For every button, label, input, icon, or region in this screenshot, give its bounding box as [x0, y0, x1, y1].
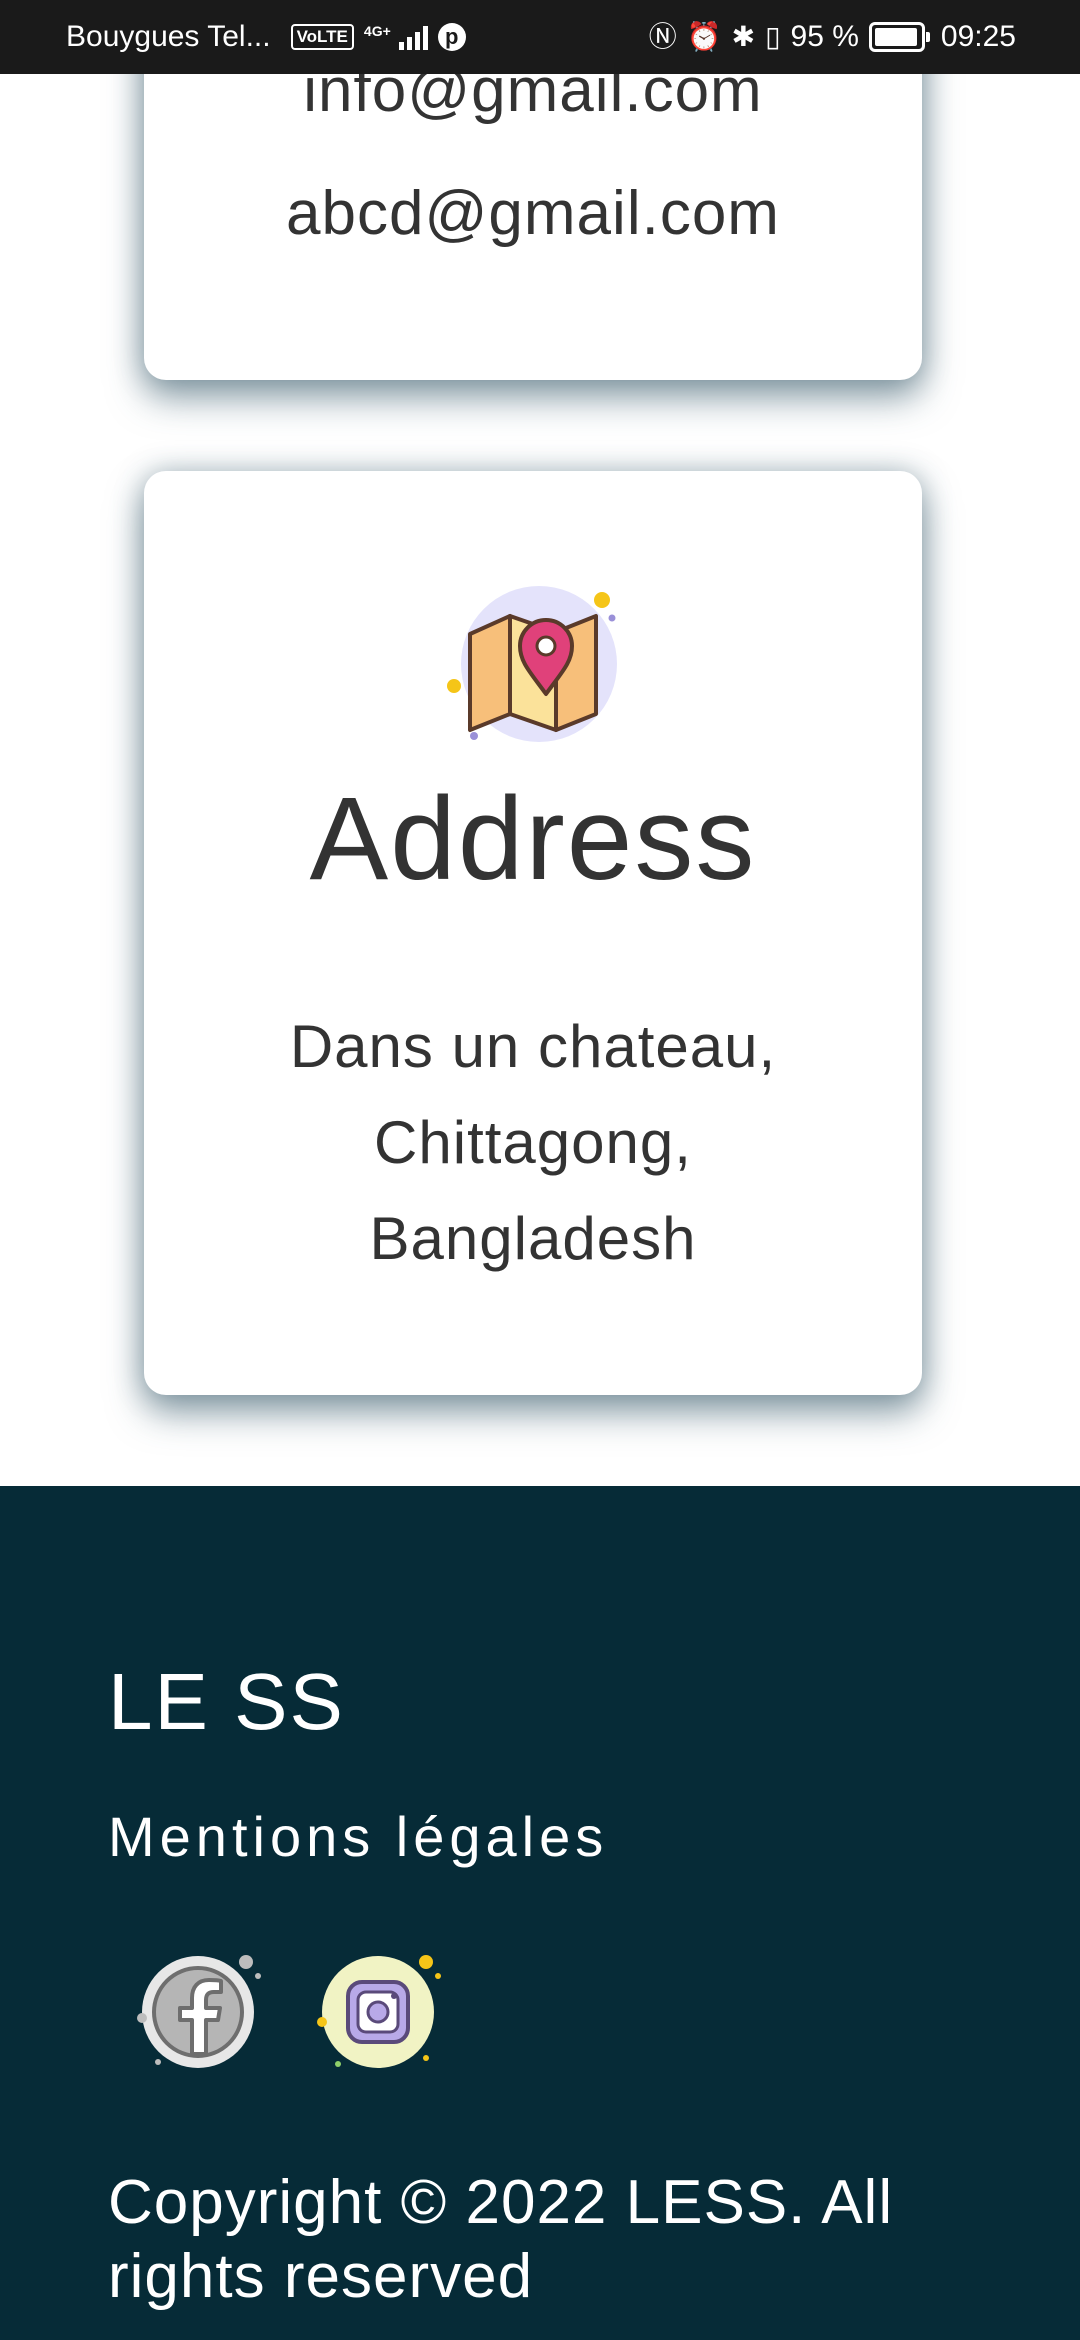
- legal-notice-link[interactable]: Mentions légales: [108, 1804, 608, 1869]
- map-pin-icon: [447, 586, 617, 742]
- battery-icon: [868, 22, 930, 52]
- battery-level: [874, 28, 917, 46]
- vibrate-icon: ▯: [765, 21, 781, 52]
- copyright-text: Copyright © 2022 LESS. All rights reserv…: [108, 2168, 894, 2311]
- footer: LE SS Mentions légales Copyright © 2022 …: [0, 1486, 1080, 2340]
- carrier-name: Bouygues Tel...: [66, 20, 271, 53]
- address-line: Chittagong,: [374, 1109, 692, 1176]
- pinterest-icon: p: [437, 23, 466, 51]
- alarm-icon: ⏰: [686, 21, 722, 52]
- volte-icon: VoLTE: [290, 24, 354, 50]
- email-line[interactable]: abcd@gmail.com: [144, 178, 922, 249]
- status-bar: Bouygues Tel... VoLTE 4G+ p Ⓝ ⏰ ✱ ▯ 95 %…: [0, 0, 1080, 74]
- battery-percent: 95 %: [790, 20, 859, 53]
- footer-brand[interactable]: LE SS: [108, 1656, 345, 1748]
- instagram-icon[interactable]: [314, 1942, 450, 2078]
- address-line: Bangladesh: [369, 1205, 697, 1272]
- network-type: 4G+: [363, 23, 391, 39]
- status-right: Ⓝ ⏰ ✱ ▯ 95 % 09:25: [649, 20, 1016, 54]
- clock: 09:25: [940, 20, 1016, 53]
- status-left: Bouygues Tel... VoLTE 4G+ p: [66, 20, 466, 54]
- signal-icon: [398, 24, 428, 50]
- address-card: Address Dans un chateau, Chittagong, Ban…: [144, 471, 922, 1395]
- address-line: Dans un chateau,: [289, 1013, 777, 1080]
- bluetooth-icon: ✱: [731, 21, 756, 52]
- facebook-icon[interactable]: [134, 1942, 270, 2078]
- address-title: Address: [309, 773, 757, 905]
- screen: Bouygues Tel... VoLTE 4G+ p Ⓝ ⏰ ✱ ▯ 95 %…: [0, 0, 1080, 2340]
- nfc-icon: Ⓝ: [648, 21, 677, 52]
- address-text: Dans un chateau, Chittagong, Bangladesh: [204, 999, 862, 1287]
